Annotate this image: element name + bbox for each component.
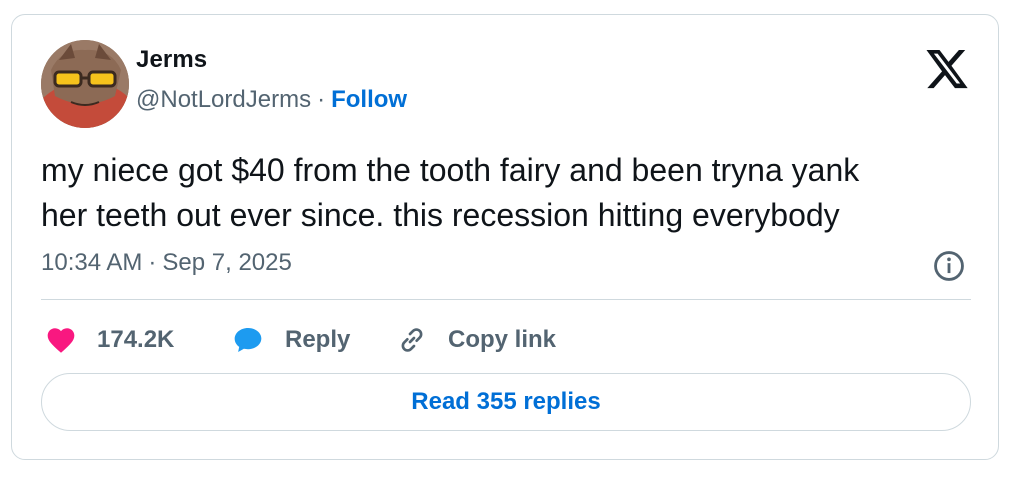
tweet-date: Sep 7, 2025 — [162, 249, 292, 276]
tweet-text: my niece got $40 from the tooth fairy an… — [41, 152, 860, 233]
copy-link-button[interactable]: Copy link — [396, 318, 556, 362]
tweet-timestamp[interactable]: 10:34 AM · Sep 7, 2025 — [41, 249, 292, 277]
author-handle-row: @NotLordJerms · Follow — [136, 86, 407, 114]
avatar-image — [41, 40, 129, 128]
timestamp-separator: · — [148, 249, 157, 276]
tweet-card: Jerms @NotLordJerms · Follow my niece got … — [11, 14, 999, 460]
action-bar: 174.2K Reply Copy link — [41, 318, 971, 362]
tweet-time: 10:34 AM — [41, 249, 143, 276]
read-replies-button[interactable]: Read 355 replies — [41, 373, 971, 431]
like-count: 174.2K — [97, 326, 175, 353]
copy-link-label: Copy link — [448, 326, 557, 353]
author-name[interactable]: Jerms — [136, 46, 207, 74]
x-logo-icon[interactable] — [924, 50, 970, 92]
divider — [41, 299, 971, 300]
follow-button[interactable]: Follow — [331, 86, 407, 113]
link-icon — [401, 328, 423, 352]
info-icon[interactable] — [932, 249, 966, 283]
reply-label: Reply — [285, 326, 351, 353]
like-button[interactable]: 174.2K — [45, 318, 174, 362]
handle-separator: · — [317, 86, 326, 113]
avatar[interactable] — [41, 40, 129, 128]
reply-button[interactable]: Reply — [231, 318, 350, 362]
author-handle[interactable]: @NotLordJerms — [136, 86, 311, 113]
speech-bubble-icon — [234, 328, 262, 352]
heart-icon — [47, 328, 75, 353]
